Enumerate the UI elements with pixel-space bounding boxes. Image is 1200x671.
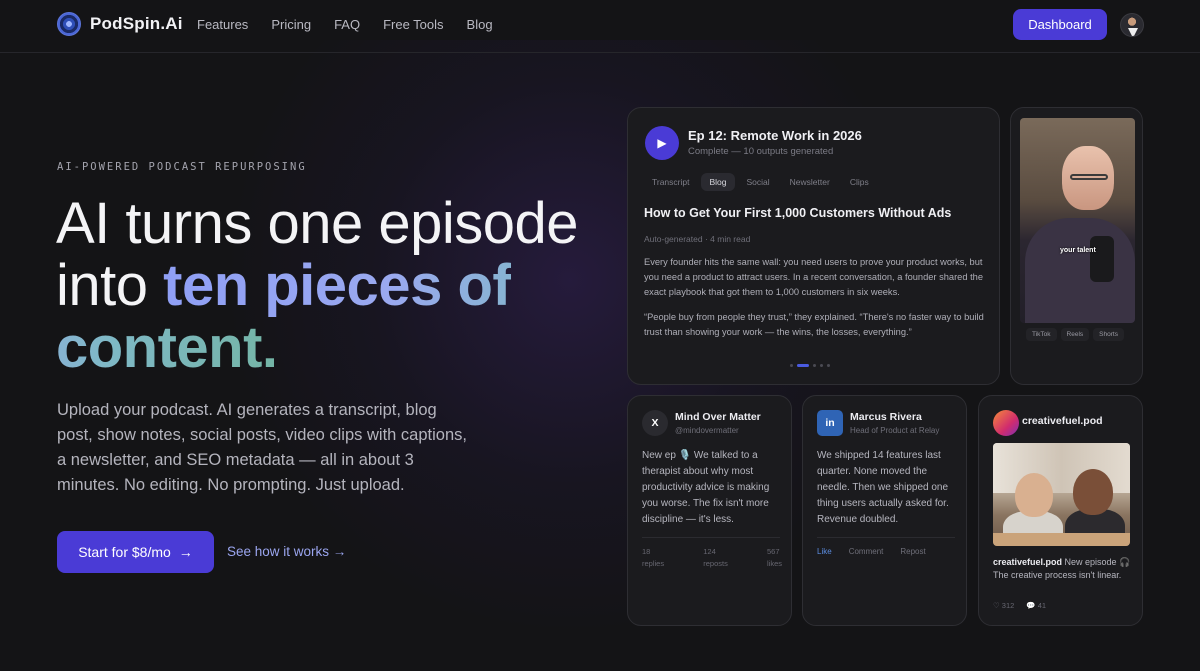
linkedin-post-body: We shipped 14 features last quarter. Non… xyxy=(817,450,949,525)
divider xyxy=(642,537,780,538)
linkedin-logo-icon: in xyxy=(817,410,843,436)
replies-stat: 18 replies xyxy=(642,547,665,568)
repost-button[interactable]: Repost xyxy=(900,547,925,556)
episode-card: ▶ Ep 12: Remote Work in 2026 Complete — … xyxy=(627,107,1000,385)
x-logo-icon: X xyxy=(642,410,668,436)
episode-title: Ep 12: Remote Work in 2026 xyxy=(688,128,862,143)
brand-logo[interactable]: PodSpin.Ai xyxy=(57,12,183,36)
tag-shorts: Shorts xyxy=(1093,328,1124,341)
carousel-dot[interactable] xyxy=(813,364,816,367)
linkedin-post-card: in Marcus Rivera Head of Product at Rela… xyxy=(802,395,967,626)
carousel-dot[interactable] xyxy=(790,364,793,367)
brand-name: PodSpin.Ai xyxy=(90,14,183,33)
comment-button[interactable]: Comment xyxy=(849,547,884,556)
nav-menu: Features Pricing FAQ Free Tools Blog xyxy=(197,17,516,32)
linkedin-author-name: Marcus Rivera xyxy=(850,411,922,423)
output-tabs: Transcript Blog Social Newsletter Clips xyxy=(644,173,877,191)
likes-stat: 567 likes xyxy=(766,547,782,568)
heart-icon-likes[interactable]: ♡ 312 xyxy=(993,601,1014,610)
video-clip-card: your talent TikTok Reels Shorts xyxy=(1010,107,1143,385)
nav-link-pricing[interactable]: Pricing xyxy=(271,17,311,32)
instagram-account-name: creativefuel.pod xyxy=(1022,415,1103,427)
tag-tiktok: TikTok xyxy=(1026,328,1057,341)
hero-headline: AI turns one episode into ten pieces of … xyxy=(56,193,616,379)
hero-eyebrow: AI-POWERED PODCAST REPURPOSING xyxy=(57,161,307,173)
x-post-body: New ep 🎙️ We talked to a therapist about… xyxy=(642,450,770,525)
instagram-post-card: creativefuel.pod creativefuel.pod New ep… xyxy=(978,395,1143,626)
play-icon[interactable]: ▶ xyxy=(645,126,679,160)
tab-blog[interactable]: Blog xyxy=(701,173,735,191)
reposts-stat: 124 reposts xyxy=(703,547,728,568)
video-caption: your talent xyxy=(1060,247,1096,254)
top-nav: PodSpin.Ai Features Pricing FAQ Free Too… xyxy=(0,0,1200,53)
x-post-stats: 18 replies 124 reposts 567 likes xyxy=(642,546,782,570)
linkedin-actions: Like Comment Repost xyxy=(817,547,926,556)
x-post-card: X Mind Over Matter @mindovermatter New e… xyxy=(627,395,792,626)
carousel-dots xyxy=(790,364,830,367)
tab-clips[interactable]: Clips xyxy=(842,173,877,191)
start-button[interactable]: Start for $8/mo → xyxy=(57,531,214,573)
carousel-dot[interactable] xyxy=(827,364,830,367)
blog-paragraph-1: Every founder hits the same wall: you ne… xyxy=(644,257,984,297)
blog-post-meta: Auto-generated · 4 min read xyxy=(644,234,751,244)
thumbnail-glasses xyxy=(1070,174,1108,180)
platform-tags: TikTok Reels Shorts xyxy=(1026,328,1124,341)
tab-social[interactable]: Social xyxy=(739,173,778,191)
see-how-it-works-link[interactable]: See how it works → xyxy=(227,544,346,559)
carousel-dot[interactable] xyxy=(820,364,823,367)
user-avatar[interactable] xyxy=(1120,13,1144,37)
instagram-caption: creativefuel.pod New episode 🎧 The creat… xyxy=(993,557,1131,580)
x-account-handle: @mindovermatter xyxy=(675,426,739,435)
photo-person-1-head xyxy=(1015,473,1053,517)
linkedin-author-title: Head of Product at Relay xyxy=(850,426,940,435)
thumbnail-person-body xyxy=(1025,218,1135,323)
start-button-label: Start for $8/mo xyxy=(78,544,171,560)
nav-link-faq[interactable]: FAQ xyxy=(334,17,360,32)
hero-subtext: Upload your podcast. AI generates a tran… xyxy=(57,401,467,494)
divider xyxy=(817,537,955,538)
video-thumbnail[interactable]: your talent xyxy=(1020,118,1135,323)
tab-transcript[interactable]: Transcript xyxy=(644,173,697,191)
episode-status: Complete — 10 outputs generated xyxy=(688,146,834,157)
photo-table xyxy=(993,533,1130,546)
logo-icon xyxy=(57,12,81,36)
like-button[interactable]: Like xyxy=(817,547,832,556)
instagram-photo[interactable] xyxy=(993,443,1130,546)
blog-post-title: How to Get Your First 1,000 Customers Wi… xyxy=(644,206,952,220)
instagram-avatar xyxy=(993,410,1019,436)
instagram-stats: ♡ 312 💬 41 xyxy=(993,601,1046,610)
nav-link-blog[interactable]: Blog xyxy=(467,17,493,32)
photo-person-2-head xyxy=(1073,469,1113,515)
x-account-name: Mind Over Matter xyxy=(675,411,761,423)
arrow-right-icon: → xyxy=(178,544,193,560)
carousel-dot-active[interactable] xyxy=(797,364,809,367)
dashboard-button[interactable]: Dashboard xyxy=(1013,9,1107,40)
comment-icon-count[interactable]: 💬 41 xyxy=(1026,601,1046,610)
tag-reels: Reels xyxy=(1060,328,1090,341)
blog-paragraph-2: “People buy from people they trust,” the… xyxy=(644,312,984,337)
nav-link-free-tools[interactable]: Free Tools xyxy=(383,17,443,32)
microphone-icon xyxy=(1090,236,1114,282)
tab-newsletter[interactable]: Newsletter xyxy=(782,173,838,191)
nav-link-features[interactable]: Features xyxy=(197,17,248,32)
